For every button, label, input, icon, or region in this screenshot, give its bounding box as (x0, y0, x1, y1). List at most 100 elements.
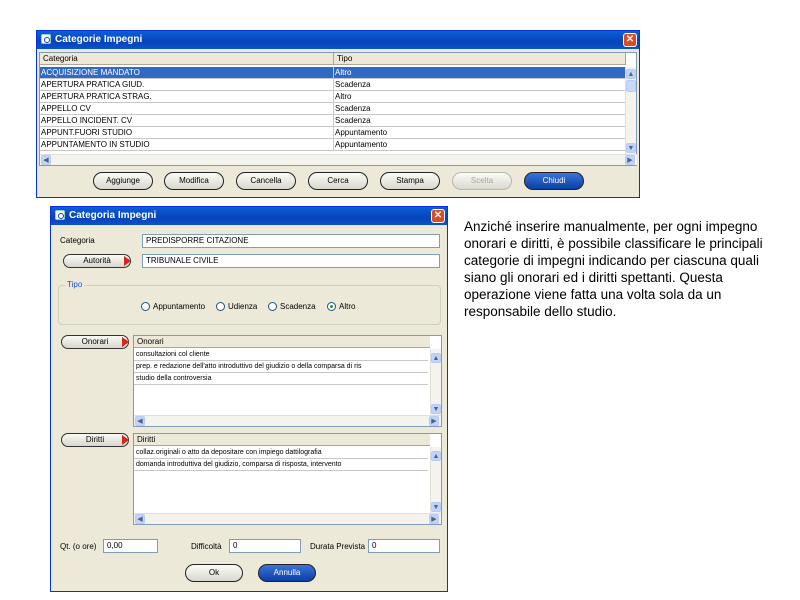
scroll-left-icon[interactable]: ◀ (135, 416, 145, 426)
list-item[interactable]: consultazioni col cliente (134, 349, 428, 361)
categoria-label: Categoria (60, 236, 95, 245)
radio-scadenza[interactable]: Scadenza (268, 302, 316, 311)
categoria-field[interactable]: PREDISPORRE CITAZIONE (142, 234, 440, 248)
window-title: Categorie Impegni (55, 34, 143, 45)
radio-label: Udienza (228, 302, 258, 311)
scroll-up-icon[interactable]: ▲ (431, 451, 441, 461)
cell-tipo: Appuntamento (334, 139, 626, 151)
categoria-impegni-window: Categoria Impegni ✕ Categoria PREDISPORR… (50, 206, 448, 592)
radio-circle-icon (268, 302, 277, 311)
cell-categoria: APPELLO CV (40, 103, 334, 115)
titlebar[interactable]: Categoria Impegni ✕ (51, 207, 447, 225)
scroll-right-icon[interactable]: ▶ (429, 514, 439, 524)
difficolta-field[interactable]: 0 (229, 539, 301, 553)
cell-categoria: APERTURA PRATICA STRAG. (40, 91, 334, 103)
cell-tipo: Scadenza (334, 79, 626, 91)
list-item[interactable]: collaz.originali o atto da depositare co… (134, 447, 428, 459)
cell-categoria: APERTURA PRATICA GIUD. (40, 79, 334, 91)
cancella-button[interactable]: Cancella (236, 172, 296, 190)
autorita-field[interactable]: TRIBUNALE CIVILE (142, 254, 440, 268)
tipo-group: Tipo Appuntamento Udienza Scadenza Altro (58, 280, 441, 325)
diritti-button[interactable]: Diritti (61, 433, 129, 447)
arrow-right-icon (122, 435, 129, 445)
scroll-thumb[interactable] (626, 80, 636, 92)
list-item[interactable]: prep. e redazione dell'atto introduttivo… (134, 361, 428, 373)
horizontal-scrollbar[interactable]: ◀ ▶ (134, 513, 441, 524)
scroll-up-icon[interactable]: ▲ (626, 69, 636, 79)
radio-circle-icon (141, 302, 150, 311)
description-text: Anziché inserire manualmente, per ogni i… (464, 219, 763, 319)
diritti-list[interactable]: Diritti collaz.originali o atto da depos… (133, 433, 442, 525)
onorari-list[interactable]: Onorari consultazioni col cliente prep. … (133, 335, 442, 427)
arrow-right-icon (122, 337, 129, 347)
radio-label: Altro (339, 302, 356, 311)
vertical-scrollbar[interactable]: ▲ ▼ (430, 349, 441, 415)
horizontal-scrollbar[interactable]: ◀ ▶ (40, 154, 637, 165)
table-row[interactable]: APPUNT.FUORI STUDIO Appuntamento (40, 127, 626, 139)
onorari-header: Onorari (134, 336, 430, 348)
table-row[interactable]: ACQUISIZIONE MANDATO Altro (40, 67, 626, 79)
column-header-tipo[interactable]: Tipo (334, 53, 626, 65)
annulla-button[interactable]: Annulla (258, 564, 316, 582)
vertical-scrollbar[interactable]: ▲ ▼ (625, 67, 636, 154)
scroll-down-icon[interactable]: ▼ (431, 404, 441, 414)
cell-tipo: Altro (334, 67, 626, 79)
modifica-button[interactable]: Modifica (164, 172, 224, 190)
cell-tipo: Scadenza (334, 115, 626, 127)
list-item[interactable]: studio della controversia (134, 373, 428, 385)
table-row[interactable]: APPUNTAMENTO IN STUDIO Appuntamento (40, 139, 626, 151)
scelta-button[interactable]: Scelta (452, 172, 512, 190)
scroll-left-icon[interactable]: ◀ (135, 514, 145, 524)
autorita-button[interactable]: Autorità (63, 254, 131, 268)
aggiunge-button[interactable]: Aggiunge (93, 172, 153, 190)
horizontal-scrollbar[interactable]: ◀ ▶ (134, 415, 441, 426)
durata-label: Durata Prevista (310, 542, 366, 551)
cell-tipo: Appuntamento (334, 127, 626, 139)
table-row[interactable]: APPELLO CV Scadenza (40, 103, 626, 115)
scroll-up-icon[interactable]: ▲ (431, 353, 441, 363)
scroll-right-icon[interactable]: ▶ (625, 155, 635, 165)
arrow-right-icon (124, 256, 131, 266)
cell-categoria: APPUNTAMENTO IN STUDIO (40, 139, 334, 151)
radio-label: Appuntamento (153, 302, 206, 311)
categories-grid[interactable]: Categoria Tipo ACQUISIZIONE MANDATO Altr… (39, 52, 637, 166)
radio-circle-icon (216, 302, 225, 311)
autorita-button-label: Autorità (83, 256, 111, 265)
close-icon[interactable]: ✕ (431, 209, 445, 223)
qt-label: Qt. (o ore) (60, 542, 97, 551)
app-icon (55, 210, 65, 220)
scroll-down-icon[interactable]: ▼ (626, 143, 636, 153)
scroll-left-icon[interactable]: ◀ (41, 155, 51, 165)
difficolta-label: Difficoltà (191, 542, 222, 551)
tipo-label: Tipo (65, 280, 85, 289)
durata-field[interactable]: 0 (368, 539, 440, 553)
scroll-right-icon[interactable]: ▶ (429, 416, 439, 426)
radio-altro[interactable]: Altro (327, 302, 355, 311)
radio-appuntamento[interactable]: Appuntamento (141, 302, 205, 311)
vertical-scrollbar[interactable]: ▲ ▼ (430, 447, 441, 513)
chiudi-button[interactable]: Chiudi (524, 172, 584, 190)
stampa-button[interactable]: Stampa (380, 172, 440, 190)
diritti-header: Diritti (134, 434, 430, 446)
close-icon[interactable]: ✕ (623, 33, 637, 47)
list-item[interactable]: domanda introduttiva del giudizio, compa… (134, 459, 428, 471)
table-row[interactable]: APERTURA PRATICA STRAG. Altro (40, 91, 626, 103)
table-row[interactable]: APPELLO INCIDENT. CV Scadenza (40, 115, 626, 127)
titlebar[interactable]: Categorie Impegni ✕ (37, 31, 639, 49)
scroll-down-icon[interactable]: ▼ (431, 502, 441, 512)
cell-categoria: APPUNT.FUORI STUDIO (40, 127, 334, 139)
cell-categoria: ACQUISIZIONE MANDATO (40, 67, 334, 79)
onorari-button[interactable]: Onorari (61, 335, 129, 349)
qt-field[interactable]: 0,00 (103, 539, 158, 553)
radio-udienza[interactable]: Udienza (216, 302, 257, 311)
column-header-categoria[interactable]: Categoria (40, 53, 334, 65)
cell-tipo: Altro (334, 91, 626, 103)
window-title: Categoria Impegni (69, 210, 157, 221)
cerca-button[interactable]: Cerca (308, 172, 368, 190)
diritti-button-label: Diritti (85, 435, 105, 444)
radio-checked-icon (327, 302, 336, 311)
categorie-impegni-window: Categorie Impegni ✕ Categoria Tipo ACQUI… (36, 30, 640, 198)
radio-label: Scadenza (280, 302, 316, 311)
ok-button[interactable]: Ok (185, 564, 243, 582)
table-row[interactable]: APERTURA PRATICA GIUD. Scadenza (40, 79, 626, 91)
